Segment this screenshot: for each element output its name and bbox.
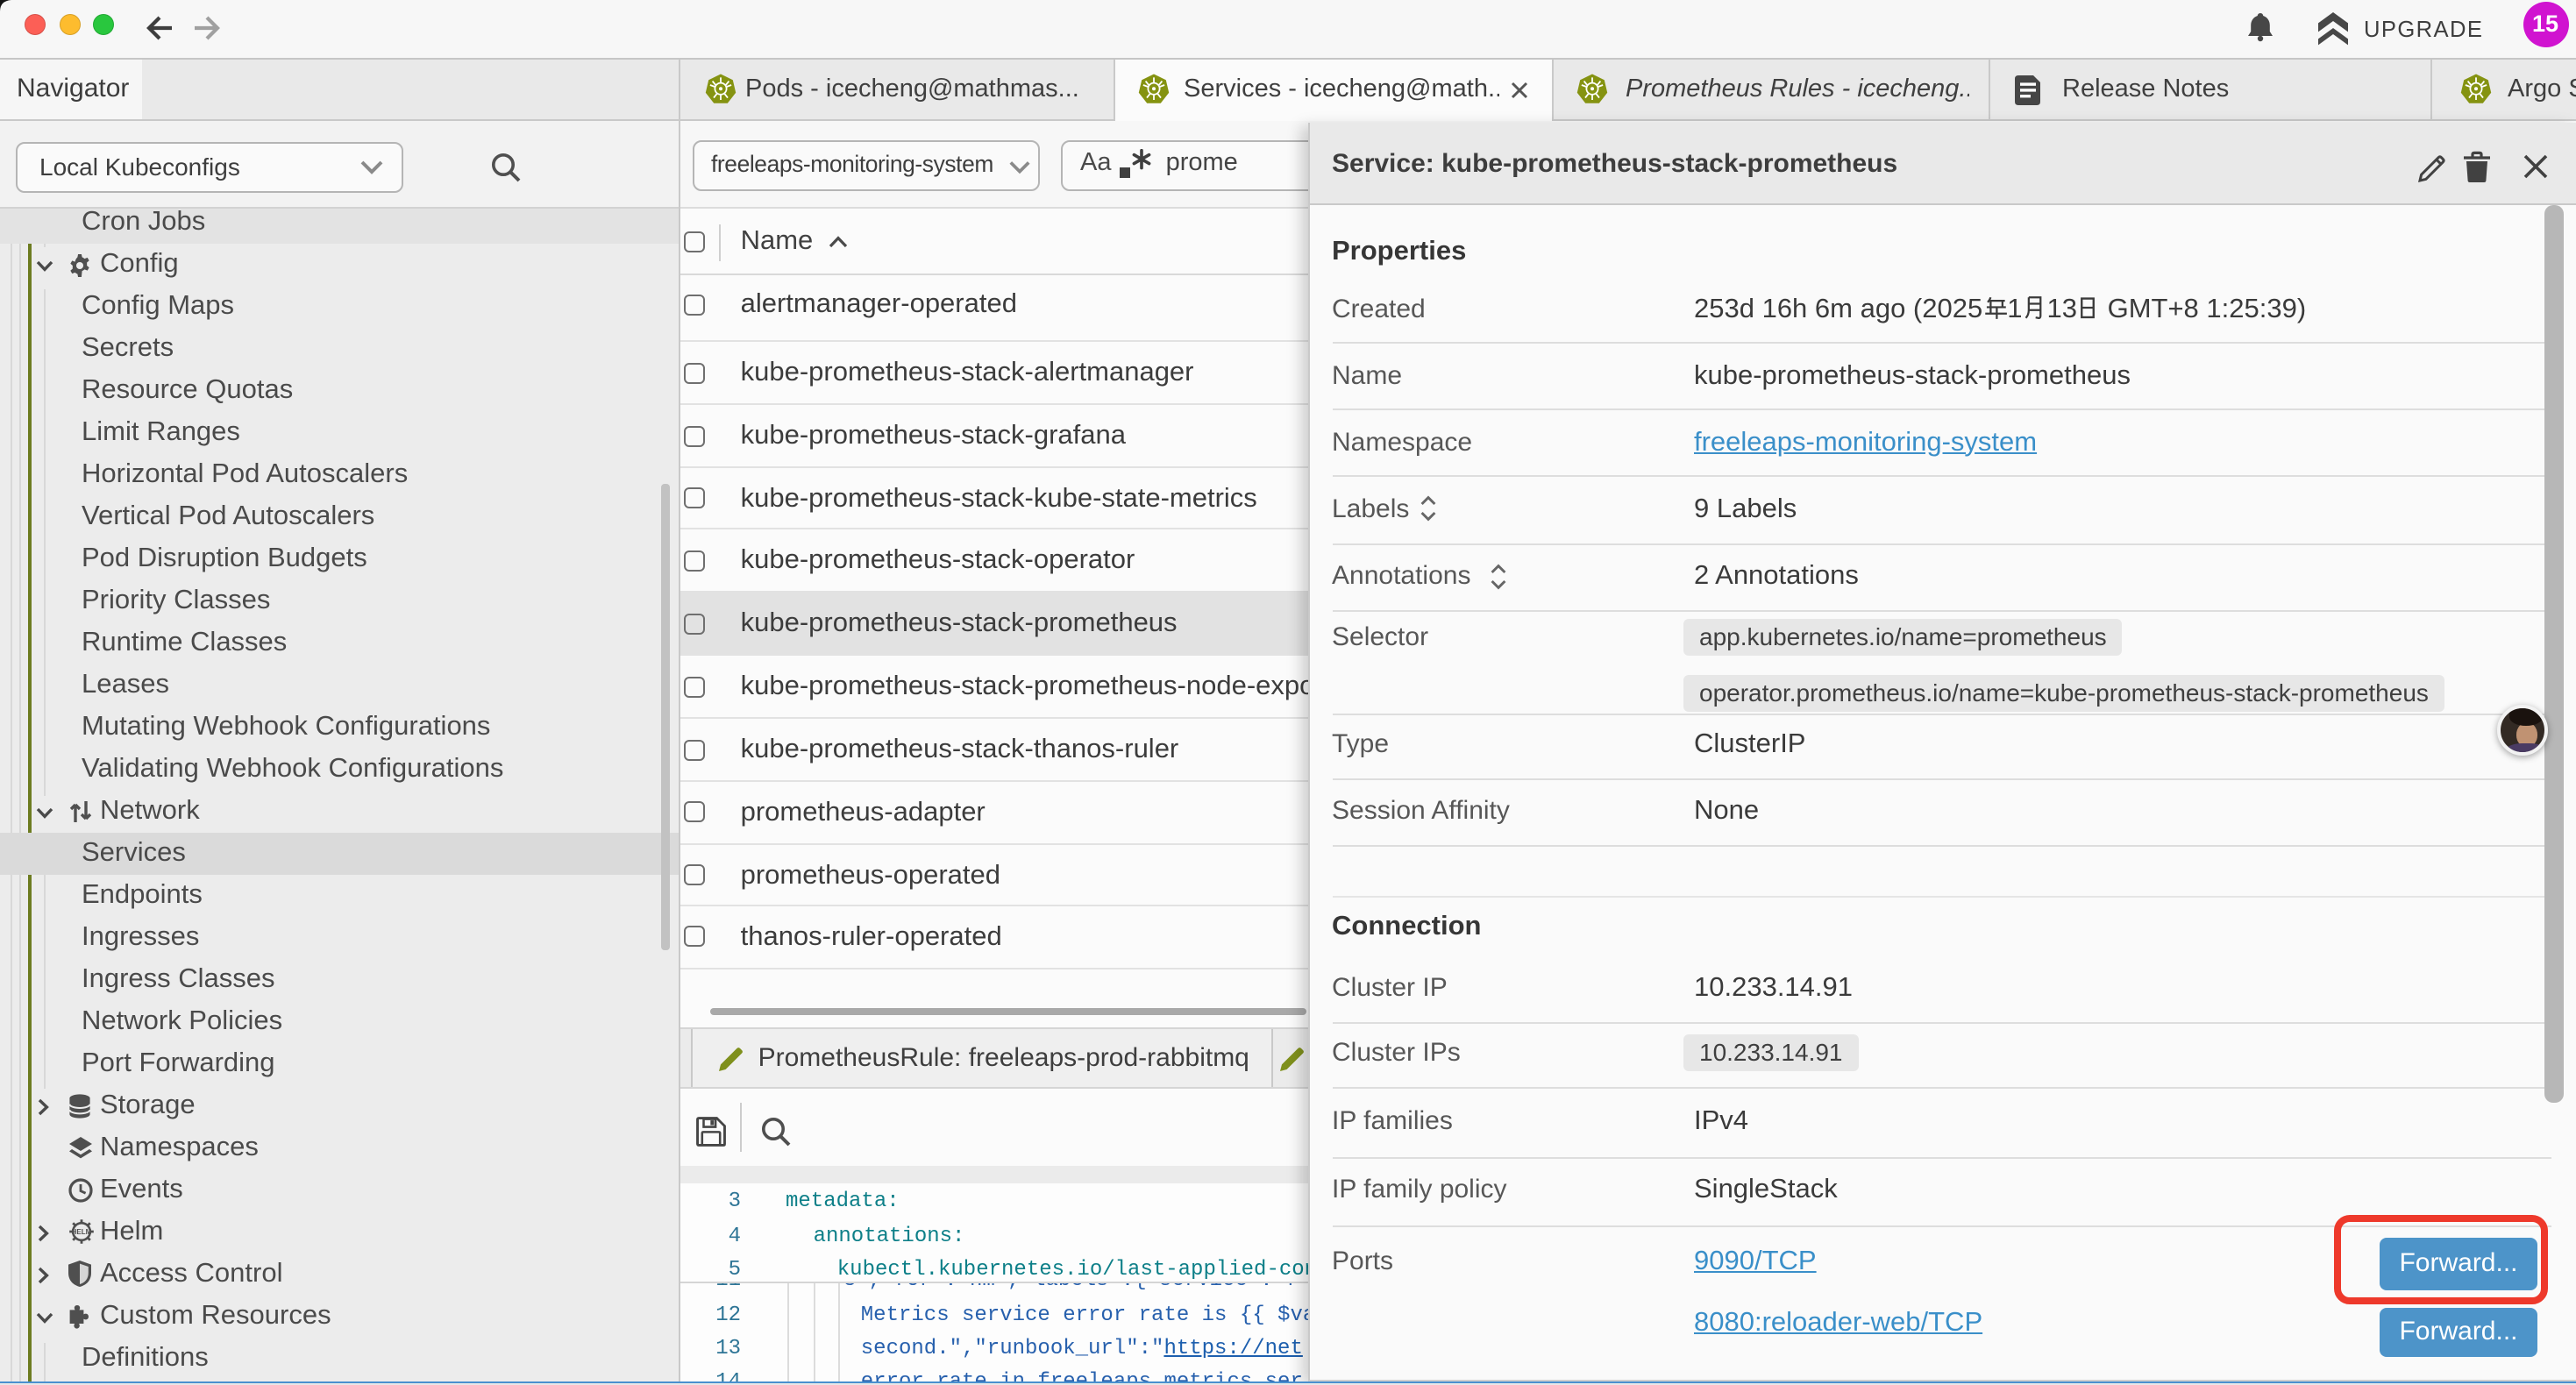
svg-text:HELM: HELM [71,1228,91,1236]
